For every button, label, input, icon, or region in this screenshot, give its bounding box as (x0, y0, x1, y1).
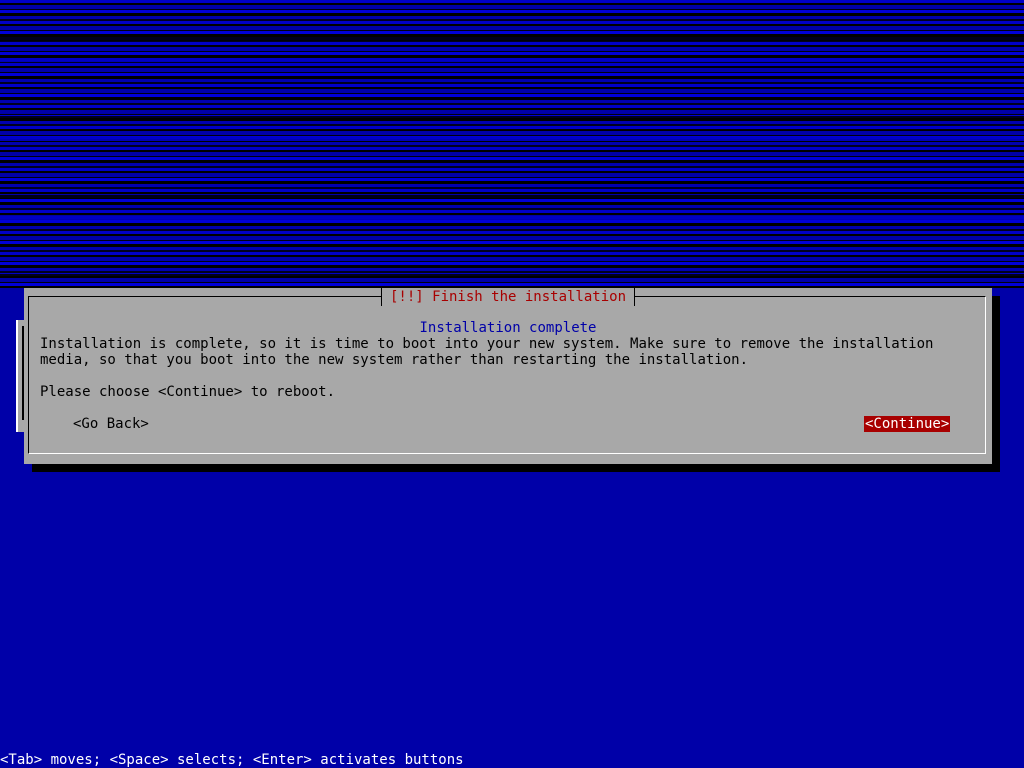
dialog-title: [!!] Finish the installation (381, 288, 636, 306)
dialog-message: Installation is complete, so it is time … (40, 336, 942, 368)
status-bar: <Tab> moves; <Space> selects; <Enter> ac… (0, 752, 1024, 768)
go-back-button[interactable]: <Go Back> (72, 416, 150, 432)
dialog-prompt: Please choose <Continue> to reboot. (40, 384, 336, 400)
dialog-subtitle: Installation complete (419, 320, 597, 336)
finish-installation-dialog: [!!] Finish the installation Installatio… (24, 288, 992, 464)
continue-button[interactable]: <Continue> (864, 416, 951, 432)
background-stripes-overlay (0, 0, 1024, 288)
